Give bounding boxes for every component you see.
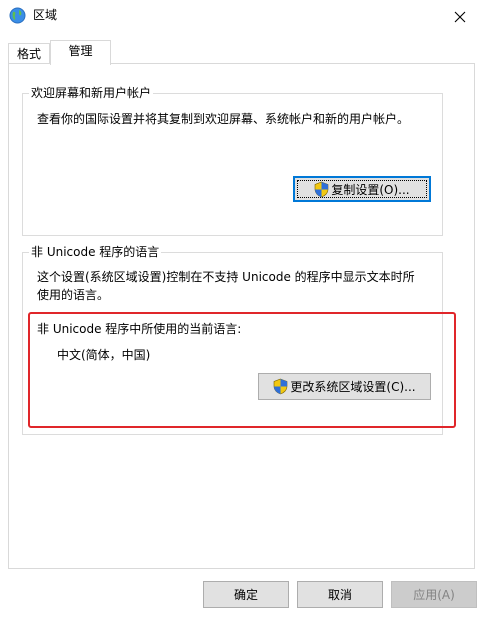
tab-formats[interactable]: 格式: [8, 43, 50, 64]
copy-settings-button[interactable]: 复制设置(O)...: [293, 176, 431, 202]
globe-icon: [9, 7, 26, 24]
tab-administrative[interactable]: 管理: [50, 40, 111, 65]
cancel-button[interactable]: 取消: [297, 581, 383, 608]
close-icon: [454, 11, 466, 22]
non-unicode-group-legend: 非 Unicode 程序的语言: [29, 245, 162, 260]
close-button[interactable]: [437, 0, 483, 33]
apply-button[interactable]: 应用(A): [391, 581, 477, 608]
welcome-description: 查看你的国际设置并将其复制到欢迎屏幕、系统帐户和新的用户帐户。: [37, 112, 410, 126]
uac-shield-icon: [315, 181, 329, 197]
title-bar: 区域: [0, 0, 483, 33]
welcome-group-legend: 欢迎屏幕和新用户帐户: [29, 86, 154, 101]
copy-settings-label: 复制设置(O)...: [331, 182, 410, 197]
window-title: 区域: [33, 8, 58, 22]
ok-button[interactable]: 确定: [203, 581, 289, 608]
non-unicode-description: 这个设置(系统区域设置)控制在不支持 Unicode 的程序中显示文本时所使用的…: [37, 270, 415, 302]
highlight-box: [28, 312, 456, 428]
